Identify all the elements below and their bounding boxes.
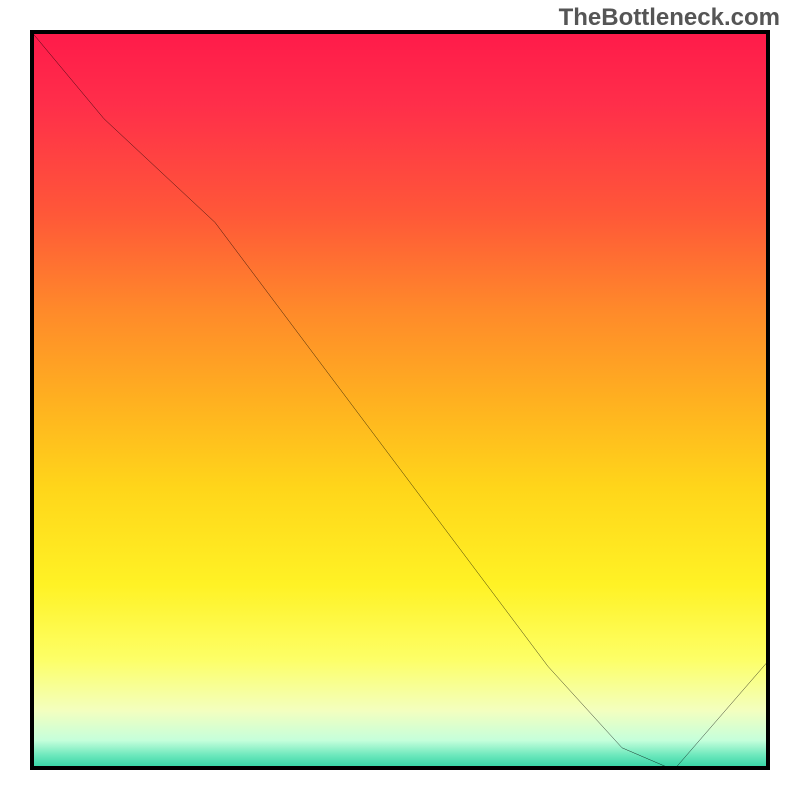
data-line: [30, 30, 770, 770]
line-curve: [30, 30, 770, 770]
watermark-text: TheBottleneck.com: [559, 4, 780, 32]
plot-area: [30, 30, 770, 770]
